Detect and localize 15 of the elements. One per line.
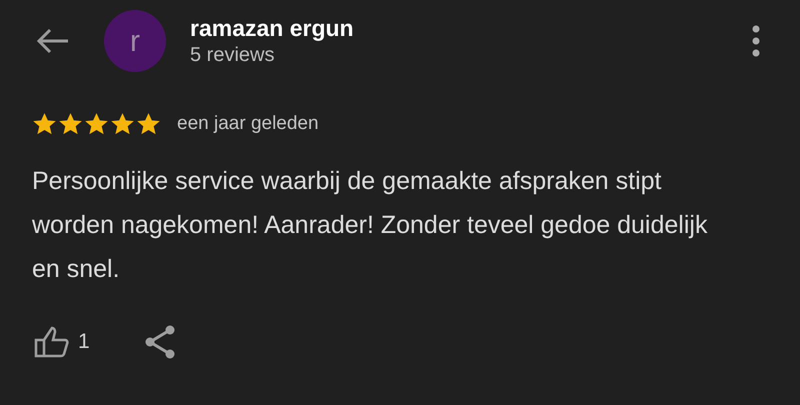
star-icon — [58, 112, 83, 136]
back-icon[interactable] — [36, 28, 70, 54]
star-icon — [136, 112, 161, 136]
like-count: 1 — [78, 328, 90, 355]
review-count: 5 reviews — [190, 43, 276, 68]
more-options-icon[interactable] — [752, 25, 760, 57]
star-icon — [32, 112, 57, 136]
review-time: een jaar geleden — [177, 112, 319, 136]
star-icon — [84, 112, 109, 136]
share-icon[interactable] — [144, 324, 176, 358]
star-icon — [110, 112, 135, 136]
review-text: Persoonlijke service waarbij de gemaakte afspraken stipt worden nagekomen! Aanrader! Zonder teveel gedoe duidelijk en snel. — [31, 166, 708, 284]
thumbs-up-icon[interactable] — [34, 326, 70, 358]
avatar: r — [104, 10, 166, 72]
reviewer-name: ramazan ergun — [190, 14, 354, 42]
